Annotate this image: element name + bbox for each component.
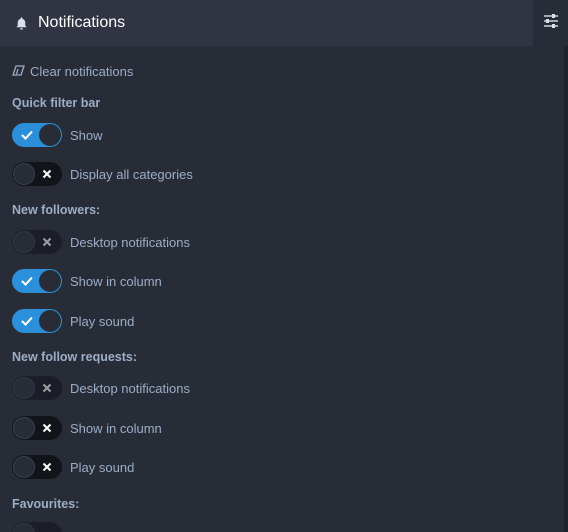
toggle-knob	[13, 377, 35, 399]
toggle-knob	[13, 456, 35, 478]
toggle-label: Show in column	[70, 420, 162, 436]
toggle-row-requests-desktop: Desktop notifications	[12, 376, 190, 400]
toggle-knob	[13, 163, 35, 185]
toggle-row-display-all-categories: Display all categories	[12, 162, 193, 186]
toggle-switch[interactable]	[12, 416, 62, 440]
toggle-switch[interactable]	[12, 269, 62, 293]
x-icon	[40, 381, 54, 395]
column-settings-button[interactable]	[533, 0, 568, 46]
toggle-row-followers-desktop: Desktop notifications	[12, 230, 190, 254]
toggle-knob	[13, 231, 35, 253]
toggle-switch[interactable]	[12, 162, 62, 186]
toggle-knob	[39, 310, 61, 332]
column-header: Notifications	[0, 0, 533, 46]
section-title-quick-filter: Quick filter bar	[12, 96, 101, 110]
sliders-icon	[543, 13, 559, 33]
toggle-row-followers-show-in-column: Show in column	[12, 269, 162, 293]
x-icon	[40, 235, 54, 249]
check-icon	[20, 128, 34, 142]
toggle-label: Show	[70, 127, 103, 143]
toggle-switch[interactable]	[12, 230, 62, 254]
clear-notifications-button[interactable]: Clear notifications	[12, 64, 133, 79]
toggle-label: Desktop notifications	[70, 380, 190, 396]
toggle-switch[interactable]	[12, 376, 62, 400]
toggle-switch[interactable]	[12, 455, 62, 479]
toggle-knob	[13, 417, 35, 439]
check-icon	[20, 274, 34, 288]
scrollbar[interactable]	[564, 46, 568, 532]
toggle-row-followers-play-sound: Play sound	[12, 309, 134, 333]
bell-icon	[14, 15, 30, 31]
clear-notifications-label: Clear notifications	[30, 64, 134, 79]
eraser-icon	[12, 64, 30, 79]
check-icon	[20, 314, 34, 328]
x-icon	[40, 421, 54, 435]
toggle-switch[interactable]	[12, 522, 62, 532]
toggle-row-requests-play-sound: Play sound	[12, 455, 134, 479]
x-icon	[40, 167, 54, 181]
settings-panel: Clear notifications Quick filter bar Sho…	[0, 46, 564, 532]
toggle-row-requests-show-in-column: Show in column	[12, 416, 162, 440]
column-title: Notifications	[38, 14, 126, 31]
toggle-knob	[39, 124, 61, 146]
toggle-label: Display all categories	[70, 166, 193, 182]
toggle-label: Desktop notifications	[70, 234, 190, 250]
toggle-label: Play sound	[70, 313, 135, 329]
section-title-new-followers: New followers:	[12, 203, 101, 217]
toggle-row-quick-filter-show: Show	[12, 123, 103, 147]
toggle-knob	[13, 523, 35, 532]
toggle-knob	[39, 270, 61, 292]
x-icon	[40, 460, 54, 474]
section-title-favourites: Favourites:	[12, 497, 80, 511]
toggle-switch[interactable]	[12, 309, 62, 333]
toggle-row-favourites-partial	[12, 522, 62, 532]
section-title-follow-requests: New follow requests:	[12, 350, 138, 364]
toggle-label: Show in column	[70, 273, 162, 289]
toggle-label: Play sound	[70, 459, 135, 475]
toggle-switch[interactable]	[12, 123, 62, 147]
